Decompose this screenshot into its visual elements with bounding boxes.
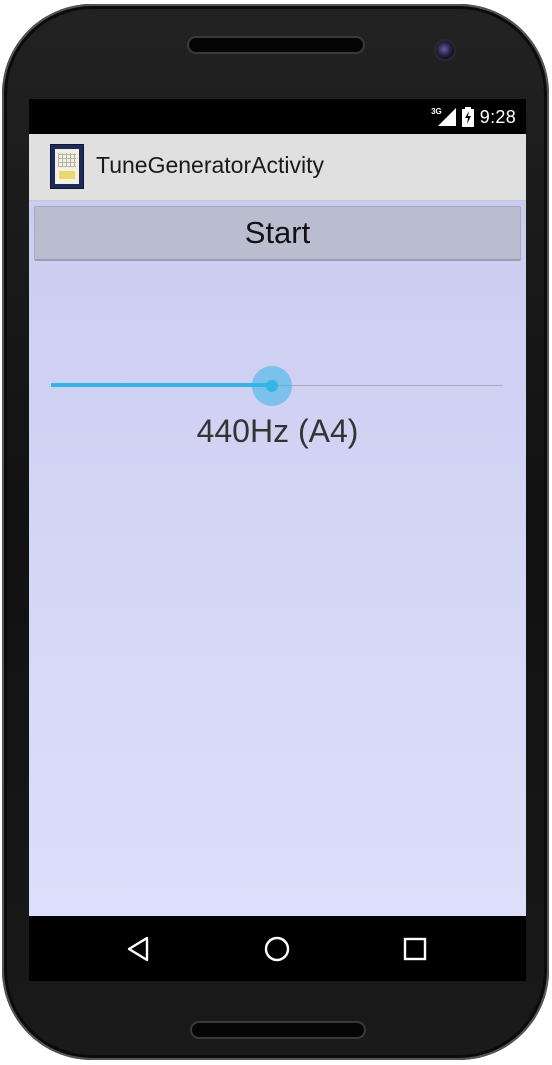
app-icon-graphic	[55, 149, 79, 184]
network-type-label: 3G	[431, 106, 442, 116]
frequency-slider[interactable]	[51, 366, 503, 406]
app-title: TuneGeneratorActivity	[96, 152, 324, 178]
navigation-bar	[29, 916, 526, 981]
home-icon	[264, 936, 290, 962]
status-icons: 3G 9:28	[421, 105, 516, 129]
app-icon[interactable]	[50, 144, 84, 189]
main-content: Start 440Hz (A4)	[29, 201, 526, 916]
device-screen: 3G 9:28 TuneGeneratorActivity Start 440H…	[29, 99, 526, 981]
back-button[interactable]	[122, 932, 156, 966]
recents-icon	[403, 937, 427, 961]
recents-button[interactable]	[398, 932, 432, 966]
earpiece-speaker	[189, 38, 363, 52]
frequency-label: 440Hz (A4)	[196, 413, 359, 449]
start-button[interactable]: Start	[34, 206, 521, 261]
status-bar: 3G 9:28	[29, 99, 526, 134]
back-icon	[127, 936, 149, 962]
action-bar: TuneGeneratorActivity	[29, 134, 526, 201]
phone-frame: 3G 9:28 TuneGeneratorActivity Start 440H…	[2, 4, 549, 1060]
front-camera	[436, 41, 454, 59]
status-clock: 9:28	[479, 106, 516, 127]
home-button[interactable]	[260, 932, 294, 966]
slider-fill	[51, 383, 273, 387]
bottom-speaker	[192, 1023, 364, 1037]
battery-charging-icon	[461, 107, 474, 127]
